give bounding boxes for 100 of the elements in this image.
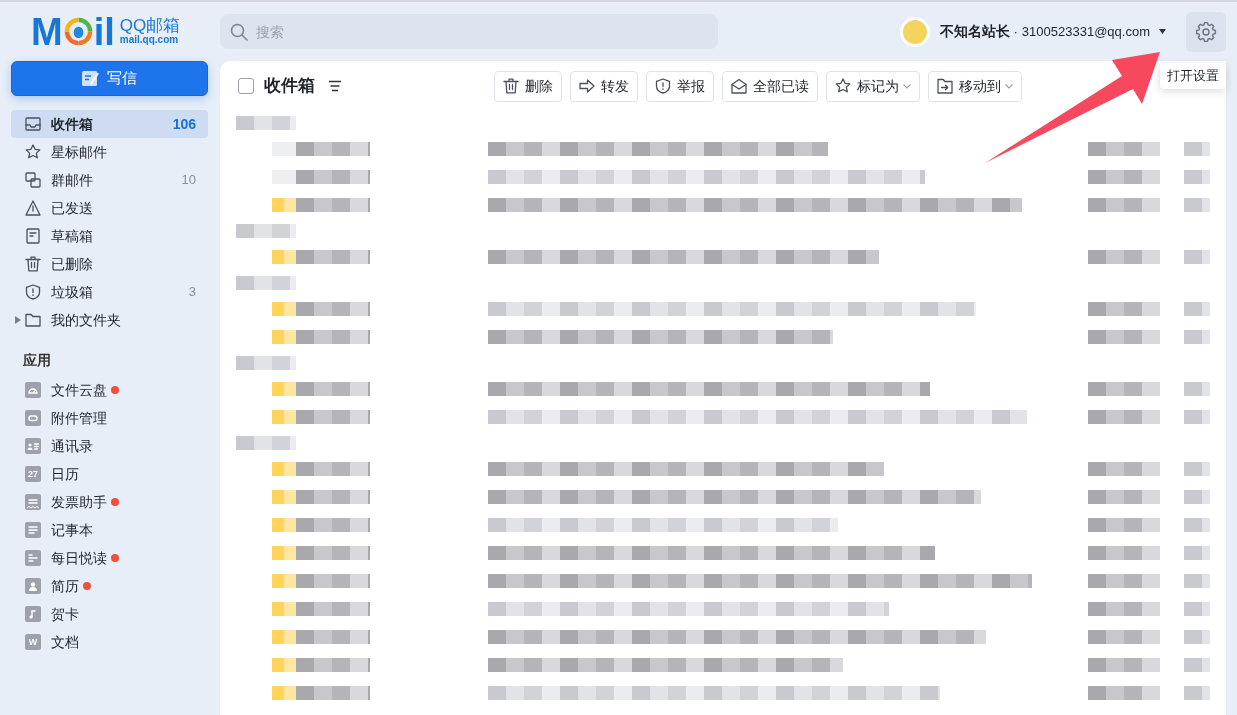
pixelated-text <box>1184 630 1210 644</box>
folder-item[interactable]: 星标邮件 <box>11 138 208 166</box>
pixelated-text <box>1088 410 1160 424</box>
pixelated-text <box>1184 302 1210 316</box>
pixelated-text <box>236 436 296 450</box>
pixelated-text <box>1184 330 1210 344</box>
unread-count: 10 <box>181 171 196 190</box>
logo-ring-icon <box>63 17 93 46</box>
pixelated-text <box>1184 198 1210 212</box>
logo-text: il <box>93 12 115 51</box>
pixelated-text <box>1088 658 1160 672</box>
sent-icon <box>25 200 41 216</box>
search-icon <box>230 23 248 41</box>
app-item[interactable]: 每日悦读 <box>11 544 208 572</box>
app-item[interactable]: 记事本 <box>11 516 208 544</box>
section-title: 应用 <box>23 351 51 370</box>
pixelated-text <box>1088 462 1160 476</box>
expander-icon[interactable] <box>15 316 21 324</box>
pixelated-text <box>1184 518 1210 532</box>
search-field[interactable]: 搜索 <box>220 14 718 49</box>
mailbox-title: 收件箱 <box>264 75 315 98</box>
envelope-icon <box>731 78 747 94</box>
trash-icon <box>503 78 519 94</box>
app-item[interactable]: 附件管理 <box>11 404 208 432</box>
caret-icon <box>1159 29 1166 34</box>
calendar-icon: 27 <box>25 466 41 482</box>
folder-item[interactable]: 我的文件夹 <box>11 306 208 334</box>
select-all-checkbox[interactable] <box>238 78 254 94</box>
folder-item[interactable]: 收件箱 106 <box>11 110 208 138</box>
app-item[interactable]: 发票助手 <box>11 488 208 516</box>
pixelated-text <box>1088 330 1160 344</box>
compose-icon <box>82 71 99 86</box>
folder-item[interactable]: 已删除 <box>11 250 208 278</box>
receipt-icon <box>25 494 41 510</box>
account-menu[interactable]: 不知名站长 · 3100523331@qq.com <box>899 16 1166 47</box>
pixelated-text <box>1184 686 1210 700</box>
draft-icon <box>25 228 41 244</box>
pixelated-text <box>1088 574 1160 588</box>
settings-button[interactable] <box>1186 11 1226 52</box>
pixelated-text <box>1184 170 1210 184</box>
toolbar-button[interactable]: 移动到 <box>928 70 1022 102</box>
pixelated-text <box>1088 490 1160 504</box>
pixelated-text <box>1088 302 1160 316</box>
pixelated-text <box>1088 382 1160 396</box>
pixelated-text <box>1184 546 1210 560</box>
gauge-icon <box>25 382 41 398</box>
music-note-icon <box>25 606 41 622</box>
shield-icon <box>25 284 41 300</box>
pixelated-text <box>1088 198 1160 212</box>
brand-name: QQ邮箱 <box>119 17 181 36</box>
group-icon <box>25 172 41 188</box>
brand-domain: mail.qq.com <box>119 35 180 46</box>
pixelated-text <box>1184 462 1210 476</box>
pixelated-text <box>1088 518 1160 532</box>
tooltip: 打开设置 <box>1160 63 1226 89</box>
folder-item[interactable]: 草稿箱 <box>11 222 208 250</box>
logo-text: M <box>31 12 63 51</box>
pixelated-text <box>236 356 296 370</box>
folder-icon <box>25 312 41 328</box>
trash-icon <box>25 256 41 272</box>
app-item[interactable]: 简历 <box>11 572 208 600</box>
arrow-right-icon <box>579 78 595 94</box>
toolbar-button[interactable]: 全部已读 <box>722 70 818 102</box>
star-icon <box>835 78 851 94</box>
document-icon: W <box>25 634 41 650</box>
person-icon <box>25 578 41 594</box>
note-icon <box>25 522 41 538</box>
avatar <box>899 16 930 47</box>
app-item[interactable]: 文件云盘 <box>11 376 208 404</box>
star-icon <box>25 144 41 160</box>
text-lines-icon <box>25 550 41 566</box>
pixelated-text <box>1088 142 1160 156</box>
toolbar-button[interactable]: 举报 <box>646 70 714 102</box>
pixelated-text <box>1184 410 1210 424</box>
app-item[interactable]: W 文档 <box>11 628 208 656</box>
pixelated-text <box>1088 546 1160 560</box>
toolbar-button[interactable]: 删除 <box>494 70 562 102</box>
pixelated-text <box>1088 250 1160 264</box>
app-item[interactable]: 27 日历 <box>11 460 208 488</box>
contact-card-icon <box>25 438 41 454</box>
pixelated-text <box>1184 602 1210 616</box>
folder-arrow-icon <box>937 78 953 94</box>
toolbar-button[interactable]: 标记为 <box>826 70 920 102</box>
pixelated-text <box>236 116 296 130</box>
pixelated-text <box>1184 490 1210 504</box>
list-options-icon[interactable] <box>329 80 341 92</box>
unread-count: 3 <box>188 283 196 302</box>
pixelated-text <box>236 224 296 238</box>
folder-item[interactable]: 垃圾箱 3 <box>11 278 208 306</box>
folder-item[interactable]: 已发送 <box>11 194 208 222</box>
app-item[interactable]: 通讯录 <box>11 432 208 460</box>
pixelated-text <box>1184 658 1210 672</box>
app-item[interactable]: 贺卡 <box>11 600 208 628</box>
settings-icon <box>1195 20 1217 43</box>
compose-button[interactable]: 写信 <box>11 61 208 96</box>
link-icon <box>25 410 41 426</box>
pixelated-text <box>236 276 296 290</box>
pixelated-text <box>1184 382 1210 396</box>
toolbar-button[interactable]: 转发 <box>570 70 638 102</box>
folder-item[interactable]: 群邮件 10 <box>11 166 208 194</box>
